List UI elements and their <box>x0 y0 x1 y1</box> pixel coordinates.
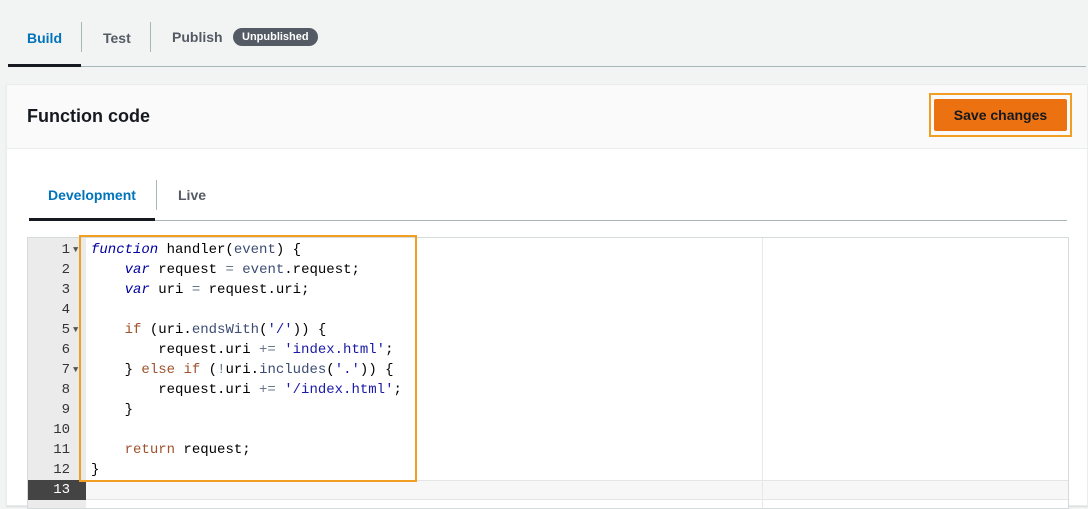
panel-header: Function code Save changes <box>7 85 1087 149</box>
save-changes-button[interactable]: Save changes <box>934 99 1067 131</box>
tab-separator <box>81 22 82 52</box>
fold-arrow-icon[interactable]: ▼ <box>73 240 78 260</box>
line-number: 1 <box>61 242 70 258</box>
tab-publish[interactable]: Publish <box>172 29 223 45</box>
line-number: 9 <box>61 402 70 418</box>
line-number: 2 <box>61 262 70 278</box>
tab-build-underline <box>8 64 81 67</box>
panel-title: Function code <box>27 106 150 126</box>
line-number: 4 <box>61 302 70 318</box>
code-editor[interactable]: 1 ▼ 2 3 4 5 ▼ 6 7 ▼ 8 9 10 11 12 13 func… <box>27 235 1069 509</box>
tab-separator <box>150 22 151 52</box>
print-margin <box>762 238 763 508</box>
tab-live[interactable]: Live <box>178 187 206 203</box>
tab-test[interactable]: Test <box>103 30 131 46</box>
fold-arrow-icon[interactable]: ▼ <box>73 360 78 380</box>
line-number: 11 <box>53 442 70 458</box>
line-number: 10 <box>53 422 70 438</box>
editor-gutter: 1 ▼ 2 3 4 5 ▼ 6 7 ▼ 8 9 10 11 12 <box>28 238 86 508</box>
function-code-panel: Function code Save changes Development L… <box>6 84 1088 509</box>
tab-build[interactable]: Build <box>27 30 62 46</box>
line-number: 8 <box>61 382 70 398</box>
code-tab-bar: Development Live <box>29 180 1067 221</box>
tab-separator <box>156 180 157 210</box>
tab-development-underline <box>29 218 155 221</box>
fold-arrow-icon[interactable]: ▼ <box>73 320 78 340</box>
unpublished-badge: Unpublished <box>233 28 318 46</box>
tab-development[interactable]: Development <box>48 187 136 203</box>
top-tab-bar: Build Test Publish Unpublished <box>8 0 1086 67</box>
line-number: 12 <box>53 462 70 478</box>
line-number: 13 <box>53 482 70 498</box>
line-number: 3 <box>61 282 70 298</box>
line-number: 7 <box>61 362 70 378</box>
code-highlight-box <box>79 235 417 482</box>
active-line-gutter: 13 <box>28 480 86 500</box>
line-number: 5 <box>61 322 70 338</box>
active-line <box>86 480 1068 500</box>
line-number: 6 <box>61 342 70 358</box>
